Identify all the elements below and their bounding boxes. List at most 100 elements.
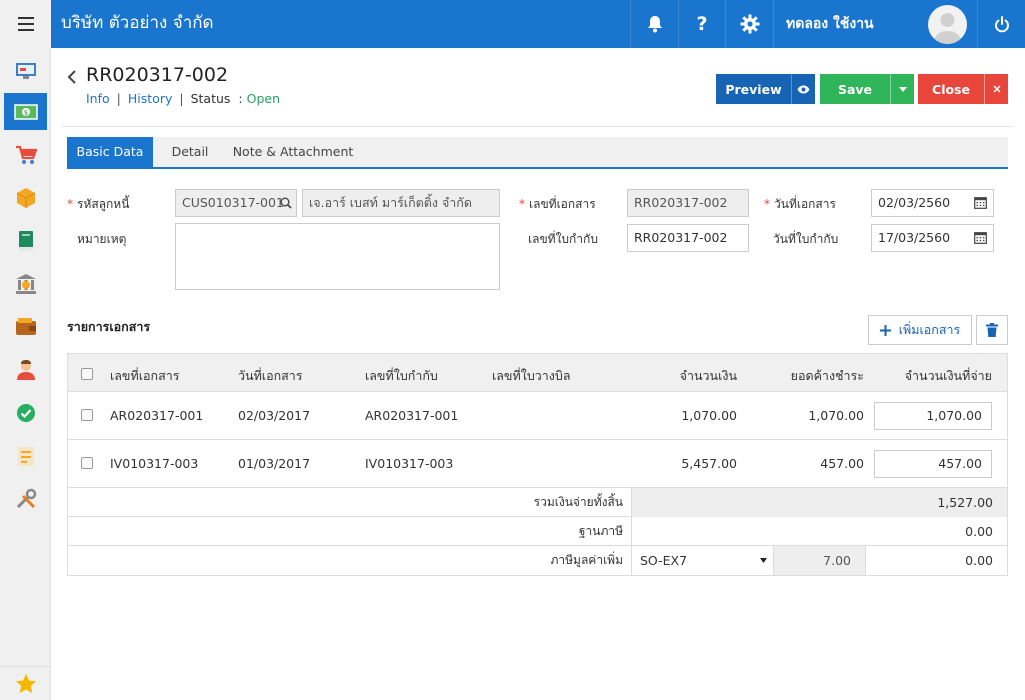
sidebar-item-contacts[interactable] bbox=[4, 351, 47, 388]
power-icon bbox=[994, 15, 1009, 32]
row-paid-input[interactable]: 457.00 bbox=[874, 450, 992, 478]
vat-label: ภาษีมูลค่าเพิ่ม bbox=[550, 553, 623, 567]
sidebar-favorites[interactable] bbox=[0, 666, 51, 700]
logout-button[interactable] bbox=[977, 0, 1025, 48]
documents-table: เลขที่เอกสาร วันที่เอกสาร เลขที่ใบกำกับ … bbox=[67, 353, 1008, 576]
trash-icon bbox=[986, 323, 998, 337]
bell-icon bbox=[647, 16, 662, 33]
book-icon bbox=[18, 230, 33, 251]
col-outstanding: ยอดค้างชำระ bbox=[790, 368, 864, 383]
calendar-icon[interactable] bbox=[974, 231, 987, 244]
bank-icon bbox=[15, 273, 36, 294]
cart-icon bbox=[15, 145, 37, 164]
sidebar-item-tools[interactable] bbox=[4, 480, 47, 517]
status-separator: : bbox=[238, 91, 243, 106]
box-icon bbox=[16, 187, 35, 208]
notification-button[interactable] bbox=[630, 0, 678, 48]
sidebar-item-money[interactable]: $ bbox=[4, 93, 47, 130]
history-link[interactable]: History bbox=[128, 91, 172, 106]
row-doc-date: 02/03/2017 bbox=[238, 408, 311, 423]
menu-button[interactable] bbox=[0, 0, 51, 48]
preview-button[interactable]: Preview bbox=[716, 74, 791, 104]
tax-no-field[interactable]: RR020317-002 bbox=[627, 224, 749, 252]
row-tax-no: IV010317-003 bbox=[365, 456, 454, 471]
check-icon bbox=[16, 403, 35, 422]
close-x-button[interactable] bbox=[984, 74, 1008, 104]
user-name[interactable]: ทดลอง ใช้งาน bbox=[773, 0, 923, 48]
plus-icon bbox=[879, 324, 891, 336]
tab-note-attachment[interactable]: Note & Attachment bbox=[231, 137, 355, 167]
gear-icon bbox=[740, 14, 759, 34]
row-tax-no: AR020317-001 bbox=[365, 408, 459, 423]
tax-date-field[interactable]: 17/03/2560 bbox=[871, 224, 994, 252]
preview-eye-button[interactable] bbox=[791, 74, 815, 104]
doc-date-label: * วันที่เอกสาร bbox=[764, 197, 836, 211]
delete-document-button[interactable] bbox=[976, 315, 1008, 345]
row-amount: 1,070.00 bbox=[681, 408, 737, 423]
col-tax-no: เลขที่ใบกำกับ bbox=[365, 368, 438, 383]
info-link[interactable]: Info bbox=[86, 91, 110, 106]
row-outstanding: 1,070.00 bbox=[808, 408, 864, 423]
row-outstanding: 457.00 bbox=[820, 456, 864, 471]
save-button[interactable]: Save bbox=[820, 74, 890, 104]
col-doc-date: วันที่เอกสาร bbox=[238, 368, 303, 383]
remark-textarea[interactable] bbox=[175, 223, 500, 290]
vat-code-select[interactable]: SO-EX7 bbox=[631, 546, 773, 575]
doc-date-field[interactable]: 02/03/2560 bbox=[871, 189, 994, 217]
tax-base-value: 0.00 bbox=[631, 517, 1007, 546]
avatar[interactable] bbox=[928, 5, 967, 44]
sidebar-item-wallet[interactable] bbox=[4, 308, 47, 345]
add-document-button[interactable]: เพิ่มเอกสาร bbox=[868, 315, 972, 345]
debtor-code-field[interactable]: CUS010317-001 bbox=[175, 189, 297, 217]
close-icon bbox=[992, 85, 1001, 93]
vat-rate: 7.00 bbox=[773, 546, 865, 575]
settings-button[interactable] bbox=[725, 0, 773, 48]
sidebar-item-dashboard[interactable] bbox=[4, 52, 47, 89]
select-all-checkbox[interactable] bbox=[81, 368, 93, 380]
col-paid: จำนวนเงินที่จ่าย bbox=[904, 368, 992, 383]
tab-detail[interactable]: Detail bbox=[163, 137, 217, 167]
calendar-icon[interactable] bbox=[974, 196, 987, 209]
summary-vat-row: ภาษีมูลค่าเพิ่ม SO-EX7 7.00 0.00 bbox=[68, 546, 1007, 575]
header-divider bbox=[62, 126, 1014, 127]
sidebar-item-inventory[interactable] bbox=[4, 179, 47, 216]
total-label: รวมเงินจ่ายทั้งสิ้น bbox=[533, 495, 623, 509]
eye-icon bbox=[797, 85, 810, 93]
back-icon[interactable] bbox=[66, 66, 78, 88]
company-name: บริษัท ตัวอย่าง จำกัด bbox=[61, 13, 214, 33]
sidebar-item-ledger[interactable] bbox=[4, 222, 47, 259]
svg-text:$: $ bbox=[23, 109, 27, 117]
remark-label: หมายเหตุ bbox=[77, 232, 127, 246]
save-dropdown-button[interactable] bbox=[890, 74, 914, 104]
sidebar-item-reports[interactable] bbox=[4, 437, 47, 474]
tab-basic-data[interactable]: Basic Data bbox=[67, 137, 153, 167]
status-label: Status bbox=[190, 91, 231, 106]
report-icon bbox=[17, 446, 34, 466]
sidebar-item-sales[interactable] bbox=[4, 136, 47, 173]
search-icon[interactable] bbox=[280, 197, 292, 209]
dashboard-icon bbox=[15, 62, 36, 79]
sidebar-item-approval[interactable] bbox=[4, 394, 47, 431]
close-button[interactable]: Close bbox=[918, 74, 984, 104]
sidebar: $ bbox=[0, 48, 51, 700]
question-icon: ? bbox=[696, 13, 708, 35]
row-paid-input[interactable]: 1,070.00 bbox=[874, 402, 992, 430]
vat-value: 0.00 bbox=[865, 546, 1007, 575]
doc-no-field: RR020317-002 bbox=[627, 189, 749, 217]
help-button[interactable]: ? bbox=[678, 0, 725, 48]
tax-date-label: วันที่ใบกำกับ bbox=[773, 232, 839, 246]
row-checkbox[interactable] bbox=[81, 409, 93, 421]
row-doc-no: IV010317-003 bbox=[110, 456, 199, 471]
col-amount: จำนวนเงิน bbox=[679, 368, 737, 383]
people-icon bbox=[16, 359, 35, 380]
sidebar-item-bank[interactable] bbox=[4, 265, 47, 302]
row-checkbox[interactable] bbox=[81, 457, 93, 469]
table-row: IV010317-003 01/03/2017 IV010317-003 5,4… bbox=[68, 440, 1007, 488]
menu-icon bbox=[17, 17, 34, 31]
doc-no-label: * เลขที่เอกสาร bbox=[519, 197, 596, 211]
tab-bar: Basic Data Detail Note & Attachment bbox=[67, 137, 1008, 169]
documents-section-title: รายการเอกสาร bbox=[67, 319, 151, 334]
money-icon: $ bbox=[13, 103, 38, 120]
debtor-name-field: เจ.อาร์ เบสท์ มาร์เก็ตติ้ง จำกัด bbox=[302, 189, 500, 217]
debtor-code-label: * รหัสลูกหนี้ bbox=[67, 197, 130, 211]
